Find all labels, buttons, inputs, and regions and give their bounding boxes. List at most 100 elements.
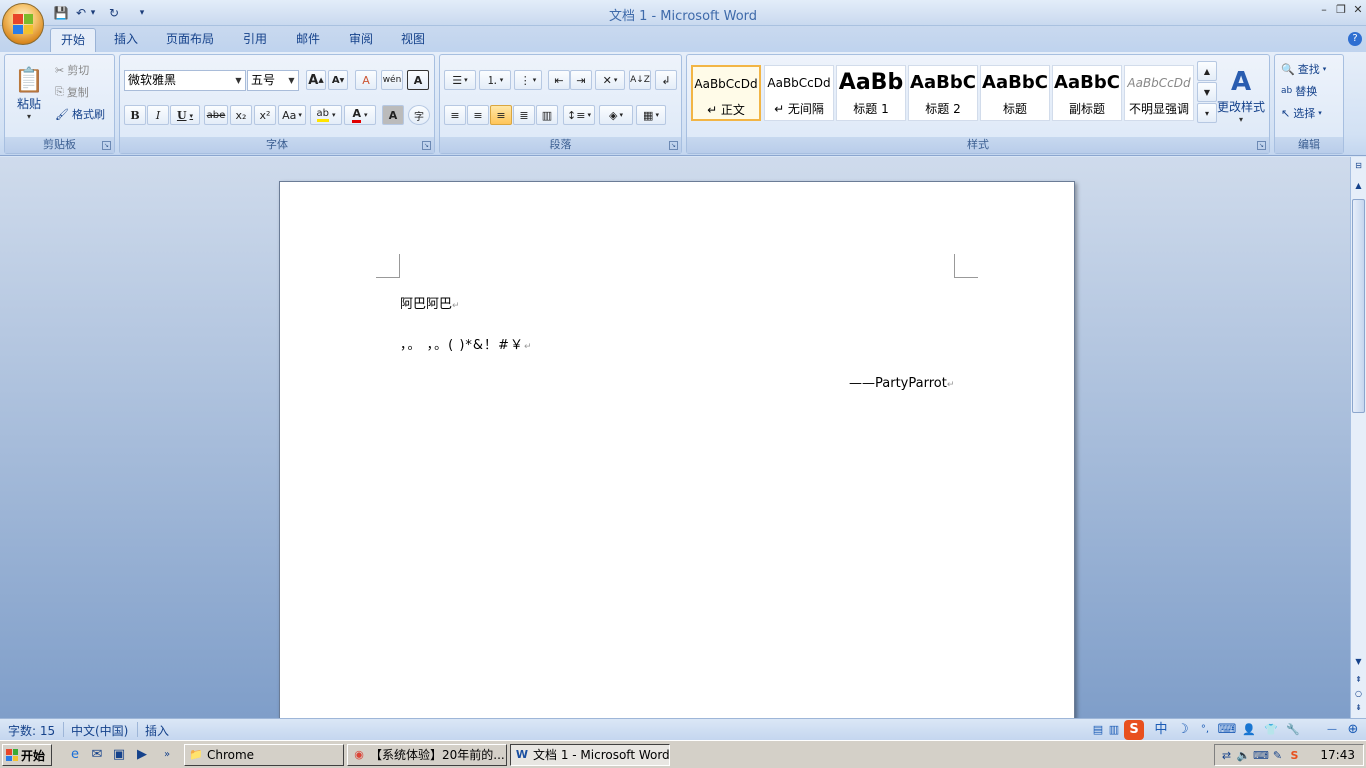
strikethrough-button[interactable]: abe: [204, 105, 228, 125]
justify-button[interactable]: ≣: [513, 105, 535, 125]
ime-skin-icon[interactable]: 👕: [1261, 720, 1281, 740]
style-subtle-emphasis[interactable]: AaBbCcDd 不明显强调: [1124, 65, 1194, 121]
insert-mode-indicator[interactable]: 插入: [145, 722, 169, 739]
align-left-button[interactable]: ≡: [444, 105, 466, 125]
clock[interactable]: 17:43: [1320, 748, 1355, 762]
subscript-button[interactable]: x₂: [230, 105, 252, 125]
keyboard-tray-icon[interactable]: ⌨: [1253, 748, 1269, 763]
style-normal[interactable]: AaBbCcDd ↵ 正文: [691, 65, 761, 121]
ime-chinese-mode-icon[interactable]: 中: [1151, 720, 1171, 740]
task-chrome-folder[interactable]: 📁 Chrome: [184, 744, 344, 766]
media-player-icon[interactable]: ▶: [133, 746, 151, 764]
format-painter-button[interactable]: 🖌 格式刷: [55, 104, 115, 124]
network-icon[interactable]: ⇄: [1219, 748, 1234, 763]
ruler-toggle-icon[interactable]: ⊟: [1352, 159, 1365, 173]
scroll-up-icon[interactable]: ▲: [1352, 179, 1365, 193]
pen-tray-icon[interactable]: ✎: [1270, 748, 1285, 763]
enclose-char-button[interactable]: 字: [408, 105, 430, 125]
sort-button[interactable]: A↓Z: [629, 70, 651, 90]
quicklaunch-more-icon[interactable]: »: [158, 746, 176, 764]
change-styles-button[interactable]: A 更改样式 ▾: [1215, 59, 1267, 131]
borders-button[interactable]: ▦ ▾: [636, 105, 666, 125]
style-subtitle[interactable]: AaBbC 副标题: [1052, 65, 1122, 121]
font-name-combo[interactable]: 微软雅黑 ▼: [124, 70, 246, 91]
clipboard-launcher-icon[interactable]: ↘: [102, 141, 111, 150]
styles-more-icon[interactable]: ▾: [1197, 103, 1217, 123]
paste-button[interactable]: 📋 粘贴 ▾: [11, 59, 47, 127]
paragraph-launcher-icon[interactable]: ↘: [669, 141, 678, 150]
highlight-button[interactable]: ab ▾: [310, 105, 342, 125]
scroll-thumb[interactable]: [1352, 199, 1365, 413]
char-border-button[interactable]: A: [407, 70, 429, 90]
language-indicator[interactable]: 中文(中国): [71, 722, 128, 739]
copy-button[interactable]: ⎘ 复制: [55, 82, 115, 102]
document-paragraph[interactable]: 阿巴阿巴↵: [400, 293, 460, 312]
sogou-ime-icon[interactable]: S: [1124, 720, 1144, 740]
decrease-indent-button[interactable]: ⇤: [548, 70, 570, 90]
shrink-font-button[interactable]: A ▼: [328, 70, 348, 90]
tab-home[interactable]: 开始: [50, 28, 97, 52]
clear-format-button[interactable]: A: [355, 70, 377, 90]
superscript-button[interactable]: x²: [254, 105, 276, 125]
reading-view-icon[interactable]: ▥: [1104, 720, 1124, 740]
increase-indent-button[interactable]: ⇥: [570, 70, 592, 90]
styles-scroll-down-icon[interactable]: ▼: [1197, 82, 1217, 102]
italic-button[interactable]: I: [147, 105, 169, 125]
numbering-button[interactable]: ⒈ ▾: [479, 70, 511, 90]
tab-mailings[interactable]: 邮件: [286, 28, 330, 52]
multilevel-list-button[interactable]: ⋮ ▾: [514, 70, 542, 90]
ime-tools-icon[interactable]: 🔧: [1283, 720, 1303, 740]
align-right-button[interactable]: ≡: [490, 105, 512, 125]
ime-punctuation-icon[interactable]: °,: [1195, 720, 1215, 740]
underline-button[interactable]: U ▾: [170, 105, 200, 125]
phonetic-guide-button[interactable]: wén: [381, 70, 403, 90]
document-paragraph[interactable]: ，。 ，。( )*&！#￥↵: [400, 334, 533, 353]
styles-scroll-up-icon[interactable]: ▲: [1197, 61, 1217, 81]
font-color-button[interactable]: A ▾: [344, 105, 376, 125]
tab-page-layout[interactable]: 页面布局: [156, 28, 224, 52]
select-button[interactable]: ↖ 选择 ▾: [1281, 103, 1343, 123]
tab-review[interactable]: 审阅: [339, 28, 383, 52]
ime-keyboard-icon[interactable]: ⌨: [1217, 720, 1237, 740]
zoom-in-icon[interactable]: ⊕: [1343, 720, 1363, 740]
start-button[interactable]: 开始: [2, 744, 52, 766]
tab-view[interactable]: 视图: [391, 28, 435, 52]
restore-button[interactable]: ❐: [1333, 2, 1349, 18]
scroll-down-icon[interactable]: ▼: [1352, 655, 1365, 669]
find-button[interactable]: 🔍 查找 ▾: [1281, 59, 1343, 79]
help-icon[interactable]: ?: [1348, 32, 1362, 46]
grow-font-button[interactable]: A ▲: [306, 70, 326, 90]
bold-button[interactable]: B: [124, 105, 146, 125]
document-paragraph[interactable]: ——PartyParrot↵: [849, 376, 954, 391]
ime-user-icon[interactable]: 👤: [1239, 720, 1259, 740]
chinese-layout-button[interactable]: ✕ ▾: [595, 70, 625, 90]
bullets-button[interactable]: ☰ ▾: [444, 70, 476, 90]
ime-halfwidth-icon[interactable]: ☽: [1173, 720, 1193, 740]
shading-button[interactable]: ◈ ▾: [599, 105, 633, 125]
office-button[interactable]: [2, 3, 44, 45]
style-no-spacing[interactable]: AaBbCcDd ↵ 无间隔: [764, 65, 834, 121]
styles-launcher-icon[interactable]: ↘: [1257, 141, 1266, 150]
previous-page-icon[interactable]: ⇞: [1352, 673, 1365, 687]
volume-icon[interactable]: 🔈: [1236, 748, 1251, 763]
font-launcher-icon[interactable]: ↘: [422, 141, 431, 150]
style-heading-1[interactable]: AaBb 标题 1: [836, 65, 906, 121]
desktop-icon[interactable]: ▣: [110, 746, 128, 764]
line-spacing-button[interactable]: ↕≡ ▾: [563, 105, 595, 125]
font-size-combo[interactable]: 五号 ▼: [247, 70, 299, 91]
style-heading-2[interactable]: AaBbC 标题 2: [908, 65, 978, 121]
replace-button[interactable]: ab 替换: [1281, 81, 1343, 101]
task-word[interactable]: W 文档 1 - Microsoft Word: [510, 744, 670, 766]
minimize-button[interactable]: –: [1316, 2, 1332, 18]
outlook-icon[interactable]: ✉: [88, 746, 106, 764]
ie-icon[interactable]: e: [66, 746, 84, 764]
browse-object-icon[interactable]: ○: [1352, 687, 1365, 701]
close-button[interactable]: ✕: [1350, 2, 1366, 18]
change-case-button[interactable]: Aa ▾: [278, 105, 306, 125]
distributed-button[interactable]: ▥: [536, 105, 558, 125]
style-title[interactable]: AaBbC 标题: [980, 65, 1050, 121]
vertical-scrollbar[interactable]: ⊟ ▲ ▼ ⇞ ○ ⇟: [1350, 157, 1366, 718]
zoom-slider-icon[interactable]: —: [1322, 720, 1342, 740]
tab-references[interactable]: 引用: [233, 28, 277, 52]
word-count[interactable]: 字数: 15: [8, 722, 55, 739]
